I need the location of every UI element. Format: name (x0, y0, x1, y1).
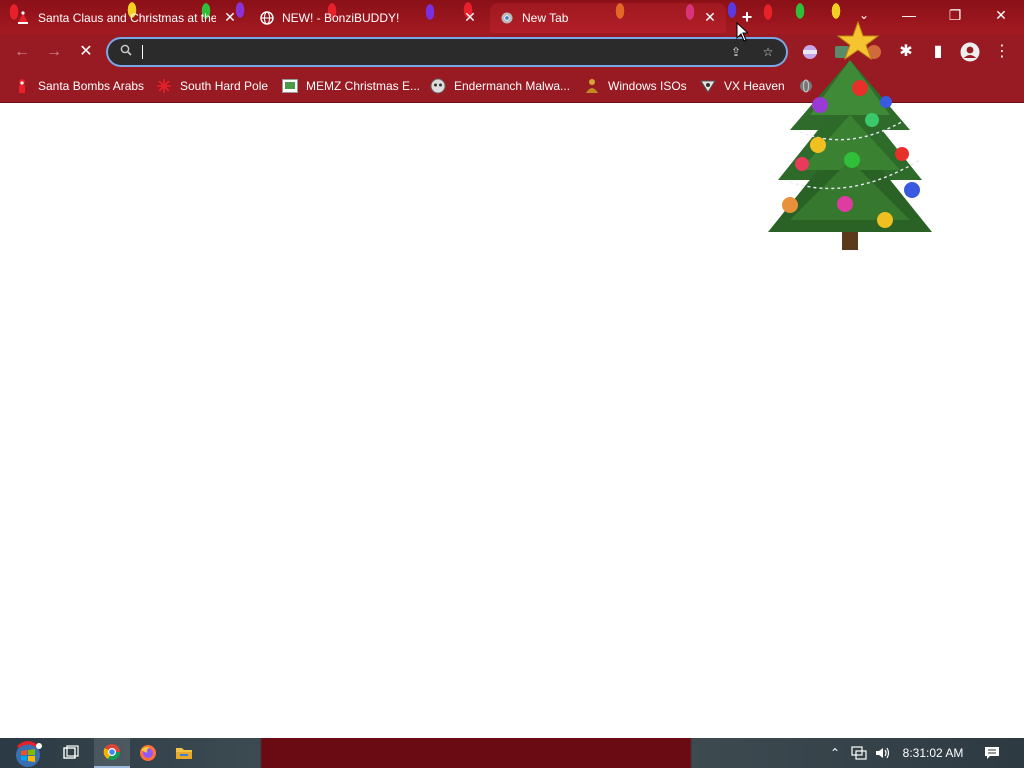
file-explorer-icon[interactable] (166, 738, 202, 768)
omnibox-input[interactable] (142, 42, 706, 64)
bookmark-endermanch-malware[interactable]: Endermanch Malwa... (430, 77, 570, 95)
christmas-tree-icon[interactable] (760, 20, 940, 260)
endermanch-icon (430, 78, 446, 94)
windows-taskbar: ⌃ 8:31:02 AM (0, 738, 1024, 768)
close-tab-icon[interactable]: ✕ (702, 9, 718, 25)
globe-icon (260, 11, 274, 25)
bookmark-memz-christmas[interactable]: MEMZ Christmas E... (282, 77, 420, 95)
address-bar[interactable]: ⇪ ☆ (108, 39, 786, 65)
tab-bonzibuddy[interactable]: NEW! - BonziBUDDY! ✕ (260, 3, 482, 33)
back-button[interactable]: ← (10, 40, 34, 64)
bookmark-label: Endermanch Malwa... (454, 79, 571, 93)
tab-title: New Tab (522, 11, 569, 25)
stop-loading-button[interactable]: ✕ (74, 40, 98, 64)
search-icon (118, 44, 134, 60)
share-icon[interactable]: ⇪ (728, 44, 744, 60)
start-button[interactable] (8, 738, 48, 768)
tab-title: Santa Claus and Christmas at the (38, 11, 216, 25)
mouse-cursor-icon (736, 22, 748, 42)
buddha-icon (584, 78, 600, 94)
system-clock[interactable]: 8:31:02 AM (898, 738, 968, 768)
bookmark-south-hard-pole[interactable]: South Hard Pole (156, 77, 268, 95)
menu-kebab-icon[interactable]: ⋮ (990, 40, 1014, 64)
network-icon[interactable] (848, 738, 870, 768)
chrome-icon (500, 11, 514, 25)
bookmark-label: MEMZ Christmas E... (306, 79, 421, 93)
volume-icon[interactable] (872, 738, 894, 768)
forward-button[interactable]: → (42, 40, 66, 64)
bookmark-label: Santa Bombs Arabs (38, 79, 145, 93)
close-window-button[interactable]: ✕ (978, 0, 1024, 30)
chrome-icon[interactable] (94, 738, 130, 768)
bookmark-label: South Hard Pole (180, 79, 269, 93)
close-tab-icon[interactable]: ✕ (462, 9, 478, 25)
santa-icon (14, 78, 30, 94)
snowflake-icon (156, 78, 172, 94)
tab-new-tab[interactable]: New Tab ✕ (490, 3, 726, 33)
tab-santa-claus[interactable]: Santa Claus and Christmas at the ✕ (16, 3, 246, 33)
close-tab-icon[interactable]: ✕ (222, 9, 238, 25)
task-view-icon[interactable] (54, 738, 90, 768)
bookmark-santa-bombs-arabs[interactable]: Santa Bombs Arabs (14, 77, 144, 95)
vx-icon (700, 78, 716, 94)
action-center-icon[interactable] (978, 738, 1006, 768)
start-orb-icon (16, 741, 42, 767)
firefox-icon[interactable] (130, 738, 166, 768)
tab-title: NEW! - BonziBUDDY! (282, 11, 400, 25)
bookmark-label: Windows ISOs (608, 79, 687, 93)
profile-avatar-icon[interactable] (958, 40, 982, 64)
santa-favicon (16, 11, 30, 25)
tray-overflow-chevron[interactable]: ⌃ (826, 738, 844, 768)
bookmark-windows-isos[interactable]: Windows ISOs (584, 77, 687, 95)
memz-icon (282, 78, 298, 94)
